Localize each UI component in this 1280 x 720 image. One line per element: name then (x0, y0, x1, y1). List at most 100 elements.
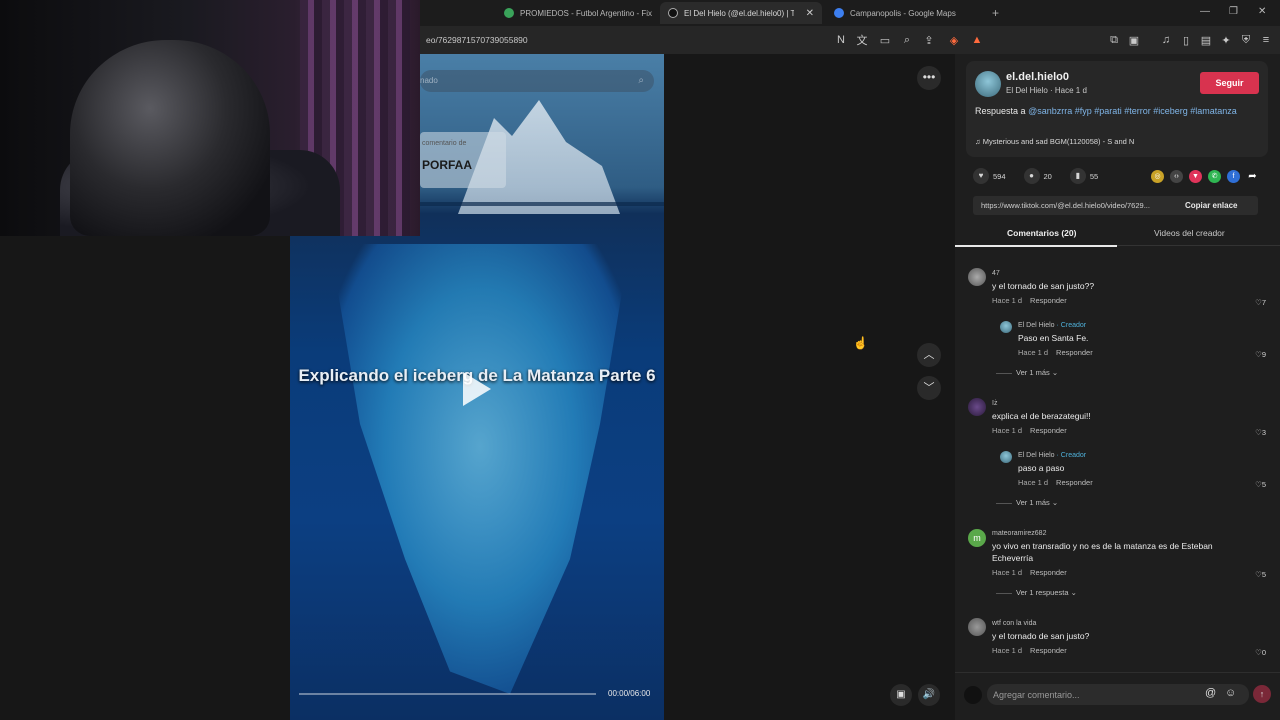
url-text[interactable]: eo/7629871570739055890 (426, 35, 528, 45)
current-user-avatar (964, 686, 982, 704)
translate-icon[interactable]: 文 (854, 32, 870, 48)
reply-button[interactable]: Responder (1030, 296, 1067, 305)
comment-like[interactable]: ♡5 (1246, 570, 1266, 579)
comment-user[interactable]: wtf con la vida (992, 620, 1036, 627)
comment-like-count: 7 (1261, 298, 1266, 307)
reply-button[interactable]: Responder (1030, 568, 1067, 577)
active-tab-indicator (955, 245, 1117, 247)
webcam-overlay (0, 0, 420, 236)
comment-like[interactable]: ♡7 (1246, 298, 1266, 307)
author-avatar[interactable] (975, 71, 1001, 97)
iceberg-underwater-image (330, 244, 630, 694)
emoji-icon[interactable]: ☺ (1225, 687, 1236, 699)
comment-icon[interactable]: ● (1023, 168, 1040, 184)
tiktok-favicon-icon (668, 8, 678, 18)
send-friend-icon[interactable]: ▼ (1189, 170, 1202, 183)
bookmark-icon[interactable]: ▮ (1069, 168, 1086, 184)
previous-video-button[interactable]: ︿ (917, 343, 941, 367)
view-more-replies[interactable]: Ver 1 más ⌄ (996, 368, 1058, 377)
tab-close-icon[interactable]: ✕ (806, 8, 814, 19)
tab-comments[interactable]: Comentarios (20) (1007, 228, 1076, 238)
reply-avatar[interactable] (1000, 451, 1012, 463)
reply-button[interactable]: Responder (1030, 646, 1067, 655)
share-repost-icon[interactable]: ◎ (1151, 170, 1164, 183)
share-arrow-icon[interactable]: ➦ (1246, 170, 1259, 183)
comment-avatar[interactable] (968, 618, 986, 636)
comment-time: Hace 1 d (992, 568, 1023, 577)
pip-button[interactable]: ▣ (890, 684, 912, 706)
like-count: 594 (993, 171, 1006, 181)
play-icon[interactable] (463, 372, 491, 406)
more-options-button[interactable]: ••• (917, 66, 941, 90)
reply-button[interactable]: Responder (1056, 478, 1093, 487)
tab-tiktok[interactable]: El Del Hielo (@el.del.hielo0) | Tik ✕ (660, 2, 822, 24)
tab-google-maps[interactable]: Campanopolis - Google Maps (826, 2, 986, 24)
video-link[interactable]: https://www.tiktok.com/@el.del.hielo0/vi… (981, 201, 1183, 210)
leo-ai-icon[interactable]: ✦ (1218, 32, 1234, 48)
cast-icon[interactable]: ▭ (877, 32, 893, 48)
comment-avatar[interactable] (968, 268, 986, 286)
share-icon[interactable]: ⇪ (921, 32, 937, 48)
creator-badge: · Creador (1056, 322, 1087, 329)
desc-tags[interactable]: @sanbzrra #fyp #parati #terror #iceberg … (1028, 106, 1237, 116)
close-window-button[interactable]: ✕ (1258, 6, 1266, 17)
tab-creator-videos[interactable]: Videos del creador (1154, 228, 1225, 238)
comment-time: Hace 1 d (992, 426, 1023, 435)
mention-icon[interactable]: @ (1205, 687, 1216, 699)
reply-button[interactable]: Responder (1056, 348, 1093, 357)
reply-user[interactable]: El Del Hielo · Creador (1018, 322, 1086, 329)
reply-user[interactable]: El Del Hielo · Creador (1018, 452, 1086, 459)
new-tab-button[interactable]: + (992, 6, 999, 20)
comment-avatar[interactable] (968, 398, 986, 416)
comment-text: y el tornado de san justo?? (992, 281, 1095, 291)
comment-avatar[interactable]: m (968, 529, 986, 547)
reply-like[interactable]: ♡5 (1246, 480, 1266, 489)
reply-like[interactable]: ♡9 (1246, 350, 1266, 359)
author-username[interactable]: el.del.hielo0 (1006, 71, 1069, 83)
comment-user[interactable]: ïż (992, 400, 997, 407)
minimize-button[interactable]: — (1200, 6, 1210, 17)
maximize-button[interactable]: ❐ (1229, 6, 1238, 17)
view-more-replies[interactable]: Ver 1 respuesta ⌄ (996, 588, 1077, 597)
reply-text: paso a paso (1018, 463, 1065, 473)
vpn-icon[interactable]: ⛨ (1238, 32, 1254, 48)
menu-icon[interactable]: ≡ (1258, 32, 1274, 48)
zoom-icon[interactable]: ⌕ (899, 32, 915, 48)
extensions-icon[interactable]: ⧉ (1106, 32, 1122, 48)
promiedos-favicon-icon (504, 8, 514, 18)
next-video-button[interactable]: ﹀ (917, 376, 941, 400)
tab-promiedos[interactable]: PROMIEDOS - Futbol Argentino - Fix (496, 2, 654, 24)
brave-rewards-icon[interactable]: ▲ (969, 32, 985, 48)
video-search-overlay: nado ⌕ (420, 70, 654, 92)
view-more-replies[interactable]: Ver 1 más ⌄ (996, 498, 1058, 507)
comment-like[interactable]: ♡0 (1246, 648, 1266, 657)
reply-avatar[interactable] (1000, 321, 1012, 333)
comment-like-count: 3 (1261, 428, 1266, 437)
comment-input-bar: @ ☺ ↑ (955, 672, 1280, 720)
reader-mode-icon[interactable]: Ν (833, 32, 849, 48)
reply-meta: Hace 1 d Responder (1018, 478, 1093, 487)
comment-like[interactable]: ♡3 (1246, 428, 1266, 437)
embed-icon[interactable]: ‹› (1170, 170, 1183, 183)
reply-like-count: 5 (1261, 480, 1266, 489)
music-icon: ♫ (975, 137, 981, 146)
creator-badge: · Creador (1056, 452, 1087, 459)
volume-button[interactable]: 🔊 (918, 684, 940, 706)
video-progress-bar[interactable] (299, 693, 596, 695)
like-icon[interactable]: ♥ (973, 168, 989, 184)
comment-user[interactable]: mateoramirez682 (992, 530, 1046, 537)
screenshot-icon[interactable]: ▣ (1126, 32, 1142, 48)
reply-button[interactable]: Responder (1030, 426, 1067, 435)
media-icon[interactable]: ♫ (1158, 32, 1174, 48)
send-button[interactable]: ↑ (1253, 685, 1271, 703)
whatsapp-icon[interactable]: ✆ (1208, 170, 1221, 183)
copy-link-button[interactable]: Copiar enlace (1185, 201, 1237, 210)
sidebar-icon[interactable]: ▯ (1178, 32, 1194, 48)
facebook-icon[interactable]: f (1227, 170, 1240, 183)
music-line[interactable]: ♫ Mysterious and sad BGM(1120058) - S an… (975, 137, 1134, 146)
wallet-icon[interactable]: ▤ (1198, 32, 1214, 48)
comment-user[interactable]: 47 (992, 270, 1000, 277)
brave-shields-icon[interactable]: ◈ (946, 32, 962, 48)
follow-button[interactable]: Seguir (1200, 72, 1259, 94)
mouse-cursor-icon: ☝ (853, 336, 868, 350)
